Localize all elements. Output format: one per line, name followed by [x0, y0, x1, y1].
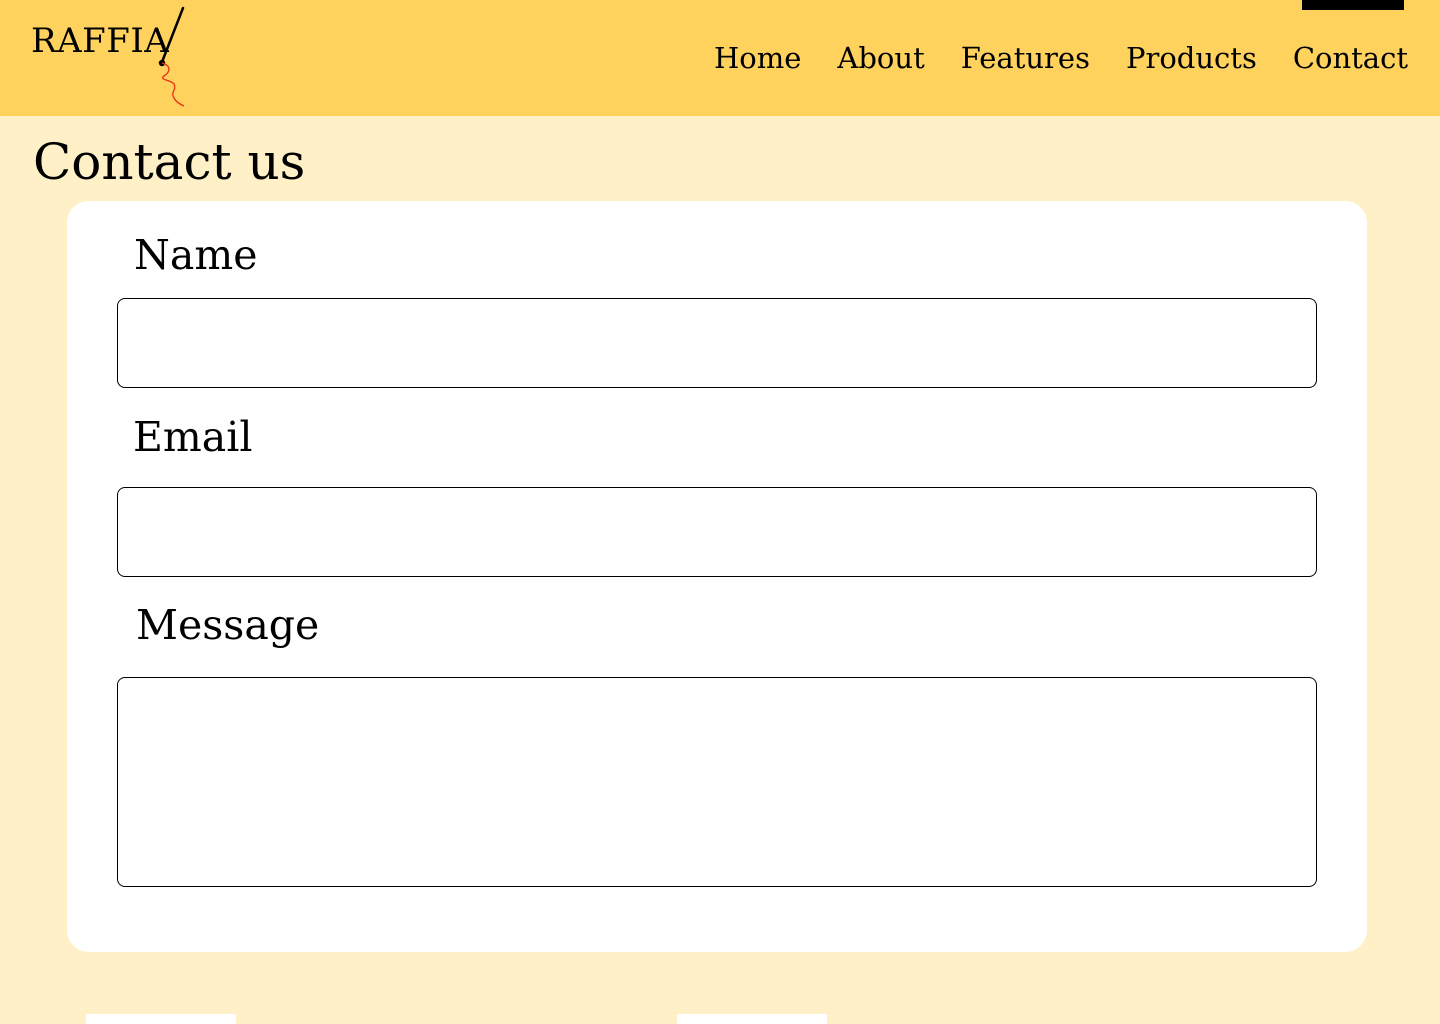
- nav-item-features[interactable]: Features: [961, 40, 1090, 76]
- nav-item-home[interactable]: Home: [714, 40, 801, 76]
- contact-form: Name Email Message: [67, 201, 1367, 952]
- logo-text[interactable]: RAFFIA: [31, 21, 169, 61]
- footer-card-top: [677, 1014, 827, 1024]
- message-field[interactable]: [117, 677, 1317, 887]
- email-field[interactable]: [117, 487, 1317, 577]
- nav-item-products[interactable]: Products: [1126, 40, 1257, 76]
- active-nav-indicator: [1302, 0, 1404, 10]
- message-label: Message: [136, 601, 320, 649]
- name-field[interactable]: [117, 298, 1317, 388]
- site-header: RAFFIA Home About Features Products Cont…: [0, 0, 1440, 116]
- page-title: Contact us: [33, 133, 306, 191]
- nav-item-about[interactable]: About: [837, 40, 924, 76]
- footer-card-top: [86, 1014, 236, 1024]
- nav-item-contact[interactable]: Contact: [1293, 40, 1408, 76]
- main-nav: Home About Features Products Contact: [714, 40, 1408, 76]
- name-label: Name: [134, 231, 258, 279]
- needle-thread-icon: [158, 6, 185, 107]
- email-label: Email: [133, 413, 253, 461]
